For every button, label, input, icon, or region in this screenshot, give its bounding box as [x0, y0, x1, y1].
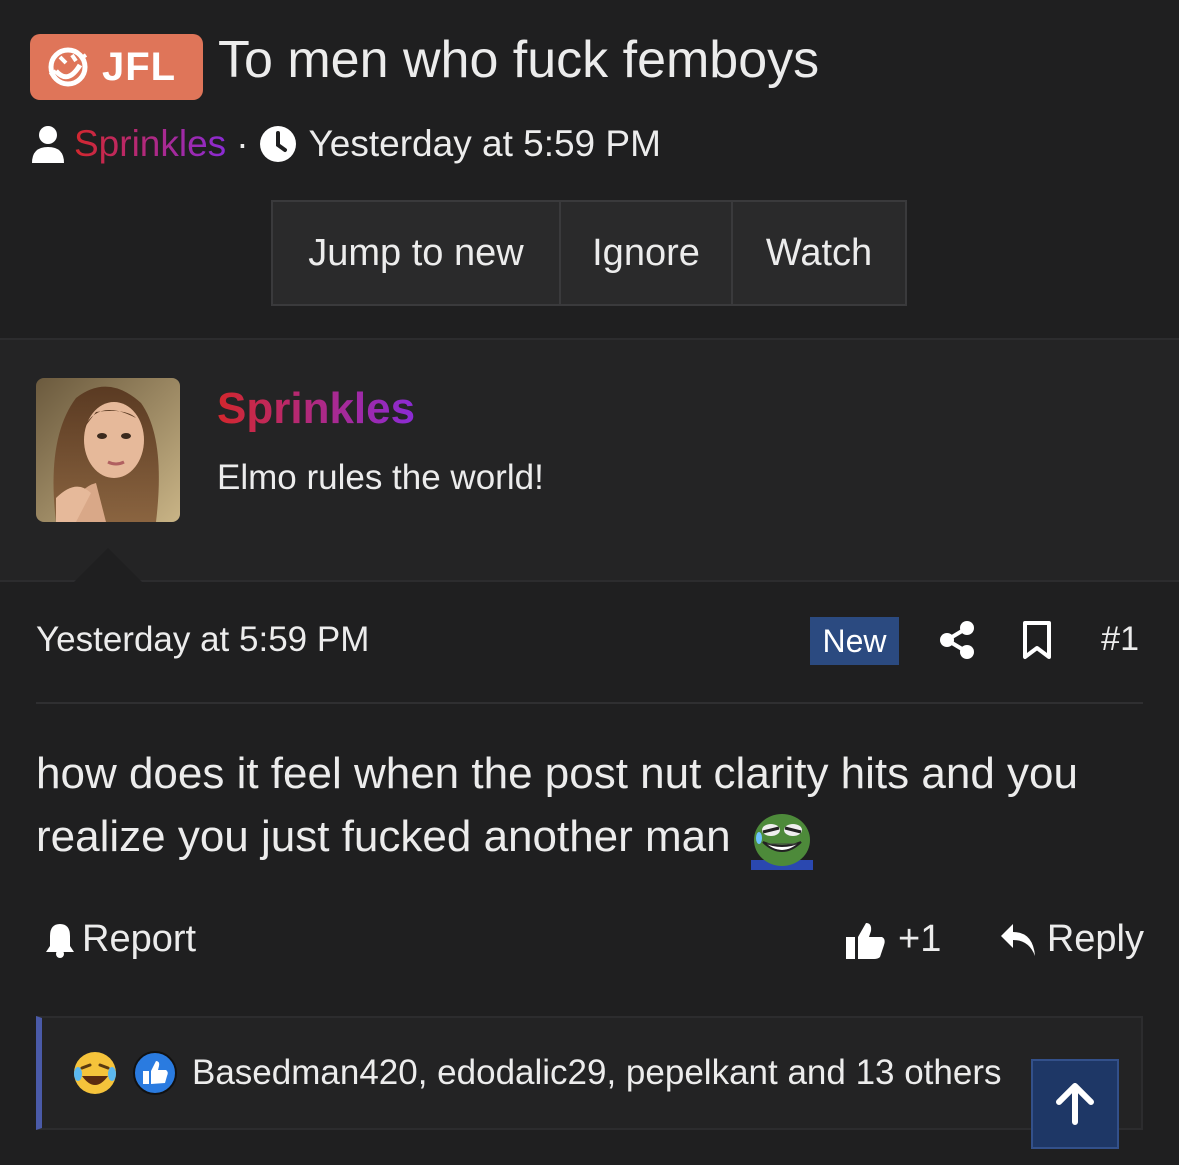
- post-body-text: how does it feel when the post nut clari…: [36, 749, 1078, 861]
- message-arrow: [72, 548, 144, 584]
- post-user-block: Sprinkles Elmo rules the world!: [0, 338, 1179, 584]
- bookmark-icon[interactable]: [1022, 620, 1052, 660]
- reply-arrow-icon: [1000, 923, 1035, 956]
- jump-to-new-button[interactable]: Jump to new: [273, 202, 561, 304]
- thumbs-up-emoji-icon: [133, 1051, 177, 1095]
- reactions-users-link[interactable]: Basedman420, edodalic29, pepelkant and 1…: [192, 1053, 1002, 1093]
- meta-separator: ·: [236, 123, 249, 164]
- thread-prefix-badge[interactable]: JFL: [30, 34, 203, 100]
- watch-button[interactable]: Watch: [733, 202, 905, 304]
- report-button[interactable]: Report: [44, 918, 196, 961]
- avatar-image: [36, 378, 180, 522]
- avatar[interactable]: [36, 378, 180, 522]
- like-count: +1: [898, 918, 942, 960]
- thumbs-up-icon: [846, 922, 885, 959]
- rolling-laugh-icon: [48, 47, 88, 87]
- thread-title: To men who fuck femboys: [218, 31, 820, 89]
- post-author-title: Elmo rules the world!: [217, 458, 544, 497]
- thread-header: JFL To men who fuck femboys Sprinkles · …: [0, 0, 1179, 338]
- report-label: Report: [82, 918, 197, 960]
- scroll-to-top-button[interactable]: [1031, 1059, 1119, 1149]
- reactions-bar[interactable]: Basedman420, edodalic29, pepelkant and 1…: [36, 1016, 1143, 1130]
- clock-icon: [259, 126, 296, 162]
- post-divider: [36, 702, 1143, 704]
- thread-action-buttons: Jump to new Ignore Watch: [271, 200, 907, 306]
- prefix-label: JFL: [102, 44, 177, 89]
- post-number-link[interactable]: #1: [1101, 620, 1139, 659]
- thread-meta: Sprinkles · Yesterday at 5:59 PM: [30, 120, 661, 168]
- user-icon: [32, 126, 64, 163]
- new-badge: New: [810, 617, 899, 665]
- bell-icon: [46, 923, 74, 958]
- post-body: how does it feel when the post nut clari…: [36, 742, 1146, 871]
- like-button[interactable]: +1: [844, 918, 941, 961]
- reply-button[interactable]: Reply: [999, 918, 1144, 961]
- reply-label: Reply: [1046, 918, 1144, 960]
- arrow-up-icon: [1056, 1083, 1094, 1125]
- post-author-name[interactable]: Sprinkles: [217, 384, 415, 434]
- post-actions: Report +1 Reply: [44, 918, 1144, 970]
- post-timestamp[interactable]: Yesterday at 5:59 PM: [36, 620, 369, 660]
- laugh-cry-emoji-icon: [74, 1052, 116, 1094]
- thread-timestamp[interactable]: Yesterday at 5:59 PM: [309, 123, 661, 165]
- post-meta-bar: Yesterday at 5:59 PM New #1: [36, 612, 1143, 672]
- thread-author-link[interactable]: Sprinkles: [74, 123, 226, 165]
- ignore-button[interactable]: Ignore: [561, 202, 733, 304]
- pepe-laugh-cry-icon: [750, 814, 813, 871]
- share-icon[interactable]: [938, 620, 976, 660]
